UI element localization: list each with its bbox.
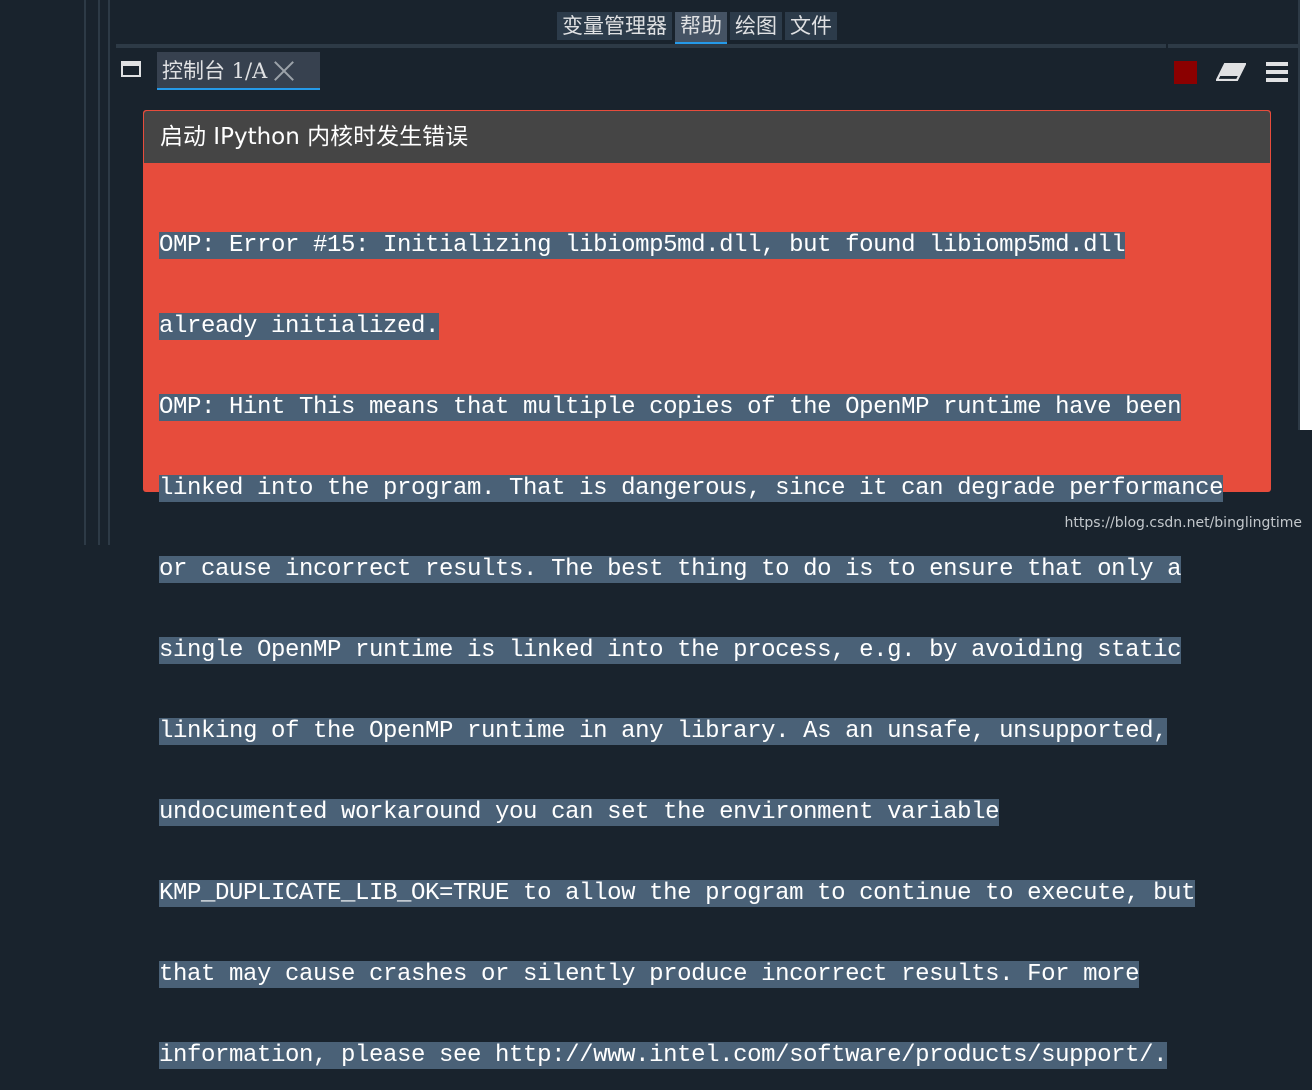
error-line: already initialized. — [159, 313, 440, 340]
close-icon[interactable] — [273, 59, 295, 81]
tab-help[interactable]: 帮助 — [675, 12, 727, 44]
watermark: https://blog.csdn.net/binglingtime — [1064, 515, 1302, 531]
left-splitter-secondary[interactable] — [98, 0, 100, 545]
eraser-icon[interactable] — [1216, 63, 1246, 81]
tab-plots[interactable]: 绘图 — [730, 12, 782, 40]
tab-variable-explorer[interactable]: 变量管理器 — [557, 12, 672, 40]
stop-kernel-button[interactable] — [1174, 61, 1197, 84]
error-line: undocumented workaround you can set the … — [159, 799, 1000, 826]
tab-files[interactable]: 文件 — [785, 12, 837, 40]
error-header: 启动 IPython 内核时发生错误 — [144, 111, 1270, 163]
error-line: linking of the OpenMP runtime in any lib… — [159, 718, 1168, 745]
error-line: or cause incorrect results. The best thi… — [159, 556, 1182, 583]
error-line: that may cause crashes or silently produ… — [159, 961, 1140, 988]
tab-console[interactable]: 控制台 1/A — [157, 52, 320, 90]
error-line: linked into the program. That is dangero… — [159, 475, 1224, 502]
error-line: KMP_DUPLICATE_LIB_OK=TRUE to allow the p… — [159, 880, 1196, 907]
undock-icon[interactable] — [121, 61, 141, 77]
console-tab-label: 控制台 1/A — [162, 59, 268, 83]
dock-separator — [116, 44, 1166, 48]
error-line: OMP: Hint This means that multiple copie… — [159, 394, 1182, 421]
error-title: 启动 IPython 内核时发生错误 — [160, 124, 469, 150]
error-line: information, please see http://www.intel… — [159, 1042, 1168, 1069]
error-message[interactable]: OMP: Error #15: Initializing libiomp5md.… — [159, 178, 1259, 1090]
pane-border — [108, 0, 110, 545]
dock-separator-right — [1168, 44, 1298, 48]
options-menu-icon[interactable] — [1266, 62, 1288, 82]
dock-tab-bar: 变量管理器 帮助 绘图 文件 — [557, 12, 837, 44]
error-line: single OpenMP runtime is linked into the… — [159, 637, 1182, 664]
left-dock-gutter — [0, 0, 84, 545]
kernel-error-panel: 启动 IPython 内核时发生错误 OMP: Error #15: Initi… — [143, 110, 1271, 1069]
error-line: OMP: Error #15: Initializing libiomp5md.… — [159, 232, 1126, 259]
right-edge-border — [1298, 0, 1300, 430]
right-edge-region — [1298, 0, 1312, 430]
left-splitter[interactable] — [84, 0, 86, 545]
